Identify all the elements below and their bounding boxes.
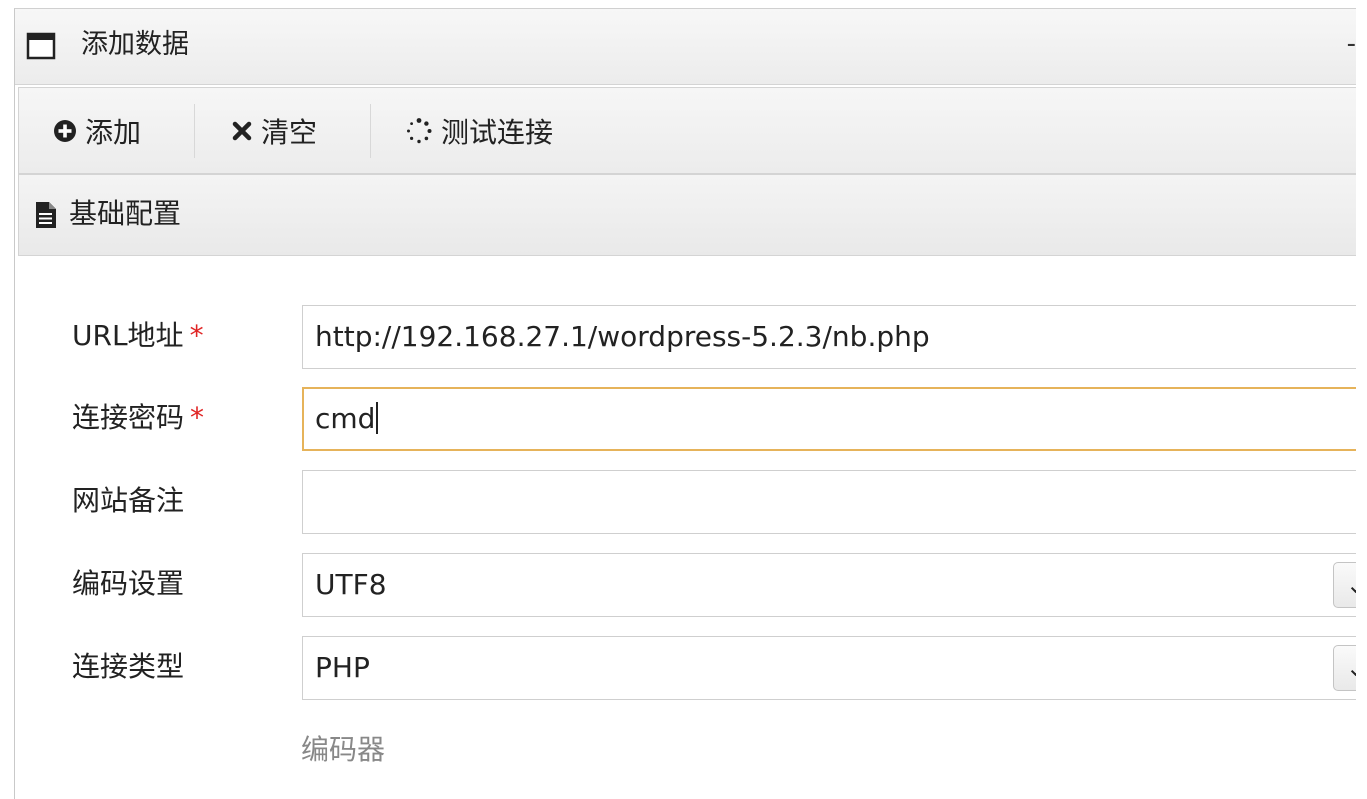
minimize-button[interactable]: - [1347, 29, 1356, 59]
note-label-text: 网站备注 [72, 484, 185, 517]
title-bar: 添加数据 - [15, 9, 1356, 85]
add-button-label: 添加 [85, 115, 142, 149]
password-label-text: 连接密码 [72, 401, 185, 434]
spinner-icon [405, 117, 433, 145]
text-caret [376, 402, 379, 434]
note-label: 网站备注 [72, 481, 184, 521]
plus-circle-icon [53, 119, 77, 143]
type-select[interactable]: PHP ⌄ [302, 636, 1356, 700]
encoding-label: 编码设置 [72, 564, 184, 604]
add-button[interactable]: 添加 [53, 88, 141, 173]
file-icon [36, 202, 56, 228]
add-data-window: 添加数据 - 添加 清空 测试连接 基础配置 URL地址 * http://19… [14, 8, 1356, 799]
clear-button-label: 清空 [261, 115, 318, 149]
window-icon [26, 32, 56, 60]
required-mark: * [189, 319, 204, 352]
url-input-value: http://192.168.27.1/wordpress-5.2.3/nb.p… [315, 320, 930, 353]
toolbar-divider [194, 104, 195, 158]
close-icon [231, 120, 253, 142]
type-label: 连接类型 [72, 647, 184, 687]
required-mark: * [190, 401, 205, 434]
basic-config-header[interactable]: 基础配置 [18, 174, 1356, 256]
encoding-select[interactable]: UTF8 ⌄ [302, 553, 1356, 617]
encoding-dropdown-button[interactable]: ⌄ [1333, 562, 1356, 608]
test-connection-label: 测试连接 [441, 115, 554, 149]
window-title: 添加数据 [81, 29, 189, 60]
encoding-label-text: 编码设置 [72, 567, 185, 600]
clear-button[interactable]: 清空 [231, 88, 317, 173]
test-connection-button[interactable]: 测试连接 [405, 88, 553, 173]
password-input-value: cmd [315, 402, 376, 435]
url-label: URL地址 * [72, 316, 204, 356]
url-label-text: URL地址 [72, 319, 184, 352]
encoding-select-value: UTF8 [315, 568, 387, 601]
section-title: 基础配置 [69, 197, 182, 230]
note-input[interactable] [302, 470, 1356, 534]
url-input[interactable]: http://192.168.27.1/wordpress-5.2.3/nb.p… [302, 305, 1356, 369]
encoder-label: 编码器 [301, 733, 386, 766]
chevron-down-icon: ⌄ [1346, 648, 1356, 688]
chevron-down-icon: ⌄ [1346, 565, 1356, 605]
toolbar-divider [370, 104, 371, 158]
password-input[interactable]: cmd [302, 387, 1356, 451]
password-label: 连接密码 * [72, 398, 204, 438]
type-label-text: 连接类型 [72, 650, 185, 683]
type-dropdown-button[interactable]: ⌄ [1333, 645, 1356, 691]
toolbar: 添加 清空 测试连接 [18, 87, 1356, 174]
type-select-value: PHP [315, 651, 370, 684]
